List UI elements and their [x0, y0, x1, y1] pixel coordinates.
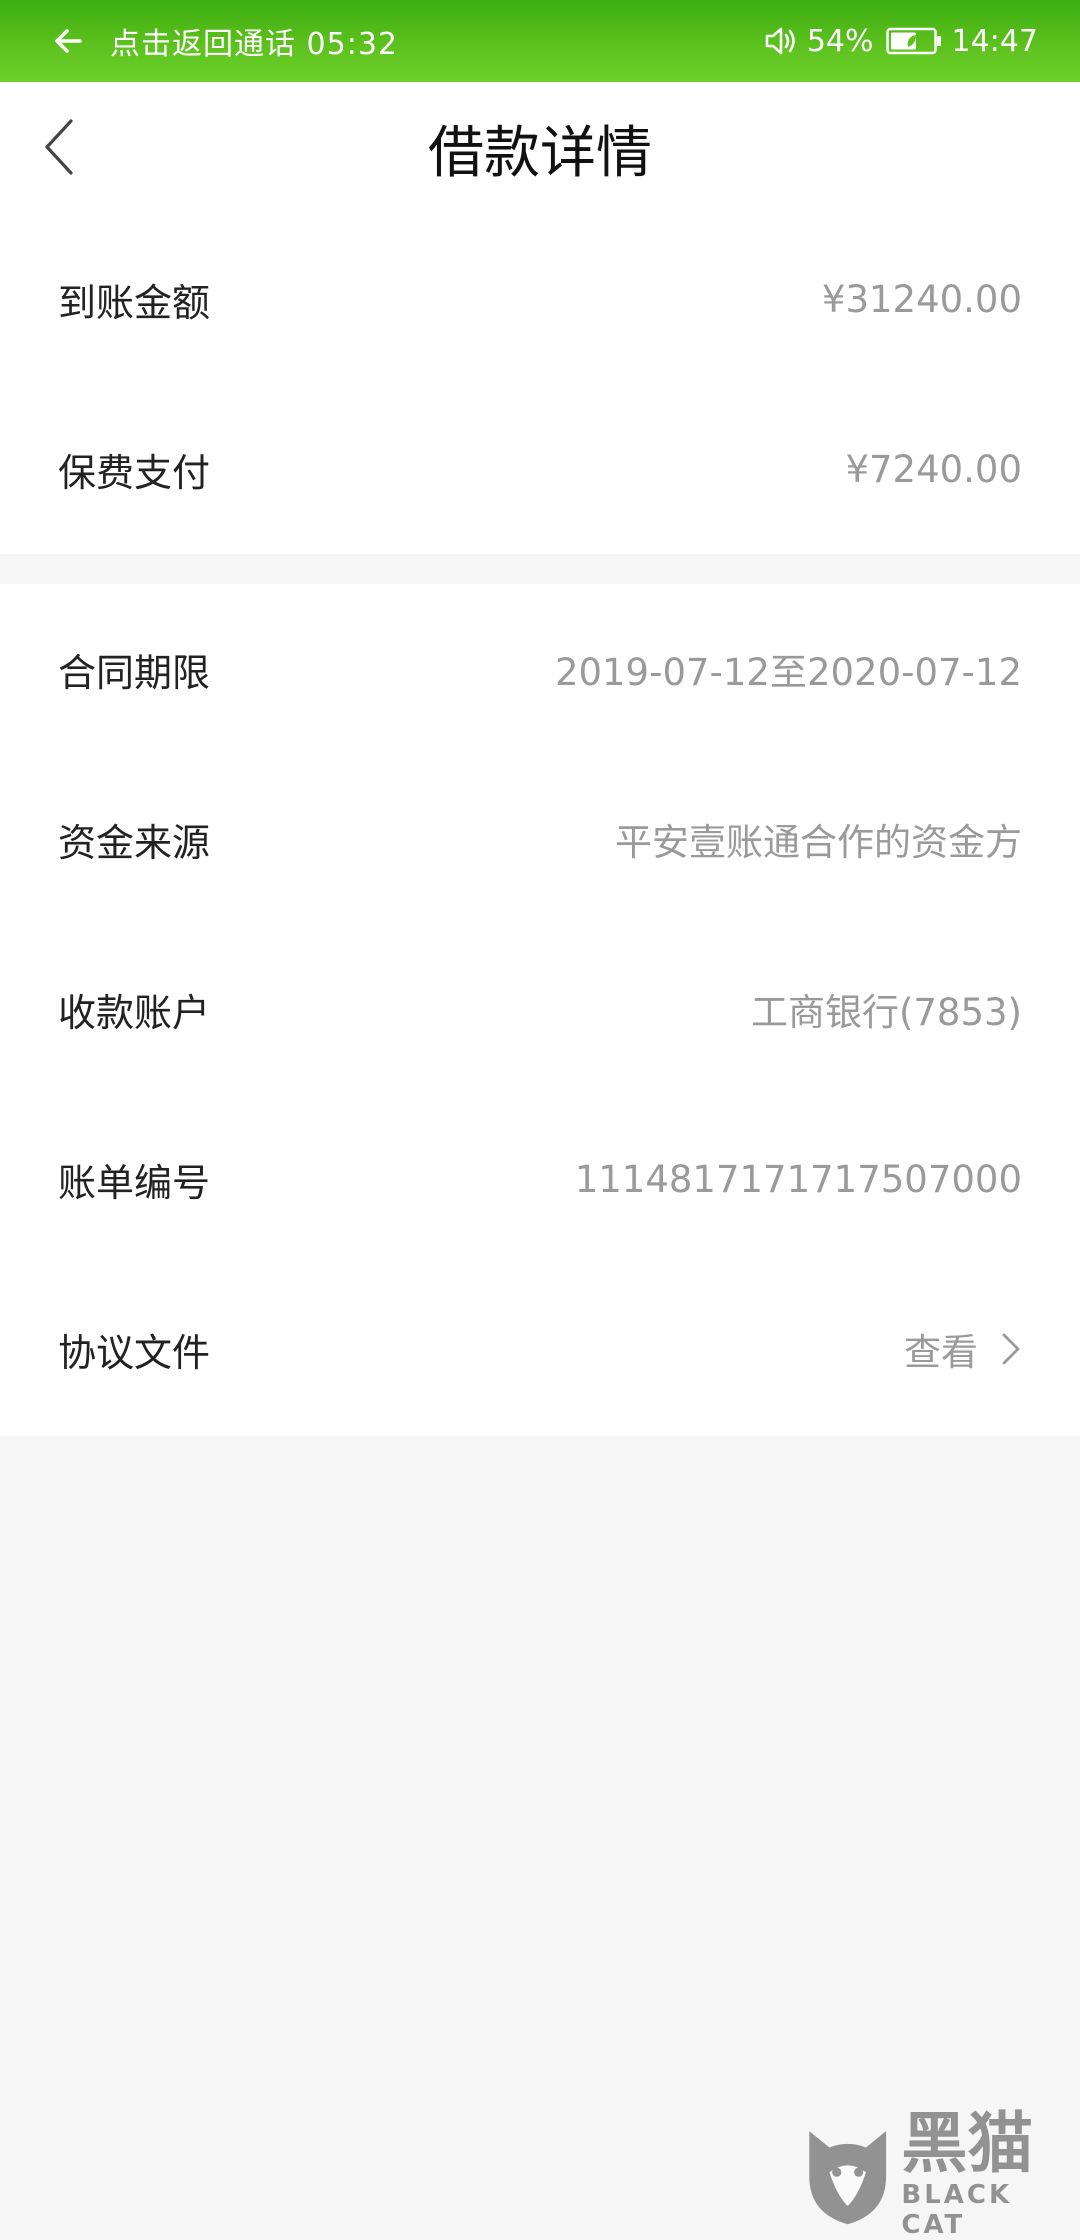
view-agreement-link[interactable]: 查看	[904, 1322, 1022, 1376]
watermark-en: BLACK CAT	[901, 2180, 1013, 2240]
row-value: 工商银行(7853)	[750, 991, 1022, 1034]
amount-section: 到账金额 ¥31240.00 保费支付 ¥7240.00	[0, 214, 1080, 554]
battery-icon	[885, 27, 941, 55]
row-label: 收款账户	[58, 990, 211, 1035]
row-receiving-account: 收款账户 工商银行(7853)	[0, 924, 1080, 1094]
row-label: 到账金额	[58, 280, 211, 325]
chevron-right-icon	[1002, 1333, 1020, 1365]
status-indicators: 54% 14:47	[763, 23, 1038, 59]
return-call-text: 点击返回通话 05:32	[110, 27, 398, 62]
row-label: 保费支付	[58, 450, 211, 495]
speaker-icon	[765, 27, 795, 55]
row-premium-payment: 保费支付 ¥7240.00	[0, 384, 1080, 554]
row-label: 账单编号	[58, 1160, 211, 1205]
black-cat-watermark: 黑猫 BLACK CAT	[802, 2108, 1072, 2240]
row-fund-source: 资金来源 平安壹账通合作的资金方	[0, 754, 1080, 924]
row-value: 2019-07-12至2020-07-12	[554, 651, 1022, 694]
details-section: 合同期限 2019-07-12至2020-07-12 资金来源 平安壹账通合作的…	[0, 584, 1080, 1436]
return-to-call[interactable]: 点击返回通话 05:32	[52, 19, 398, 63]
row-value: ¥7240.00	[845, 447, 1022, 491]
row-agreement-file[interactable]: 协议文件 查看	[0, 1264, 1080, 1434]
row-label: 资金来源	[58, 820, 211, 865]
view-label: 查看	[904, 1331, 978, 1374]
row-value: 1114817171717507000	[574, 1157, 1022, 1201]
row-bill-number: 账单编号 1114817171717507000	[0, 1094, 1080, 1264]
row-label: 协议文件	[58, 1330, 211, 1375]
row-value: ¥31240.00	[821, 277, 1022, 321]
row-contract-period: 合同期限 2019-07-12至2020-07-12	[0, 584, 1080, 754]
arrow-left-icon	[55, 29, 82, 53]
clock-time: 14:47	[951, 23, 1038, 59]
page-title: 借款详情	[428, 120, 652, 186]
status-bar: 点击返回通话 05:32 54% 14:47	[0, 0, 1080, 82]
watermark-cn: 黑猫	[901, 2105, 1034, 2182]
back-button[interactable]	[28, 112, 88, 182]
black-cat-logo-icon	[809, 2130, 887, 2224]
chevron-left-icon	[45, 119, 73, 175]
row-received-amount: 到账金额 ¥31240.00	[0, 214, 1080, 384]
row-value: 平安壹账通合作的资金方	[615, 821, 1022, 864]
watermark-text: 黑猫 BLACK CAT	[901, 2108, 1072, 2240]
nav-bar: 借款详情	[0, 82, 1080, 214]
row-label: 合同期限	[58, 650, 211, 695]
battery-percent: 54%	[806, 23, 874, 59]
